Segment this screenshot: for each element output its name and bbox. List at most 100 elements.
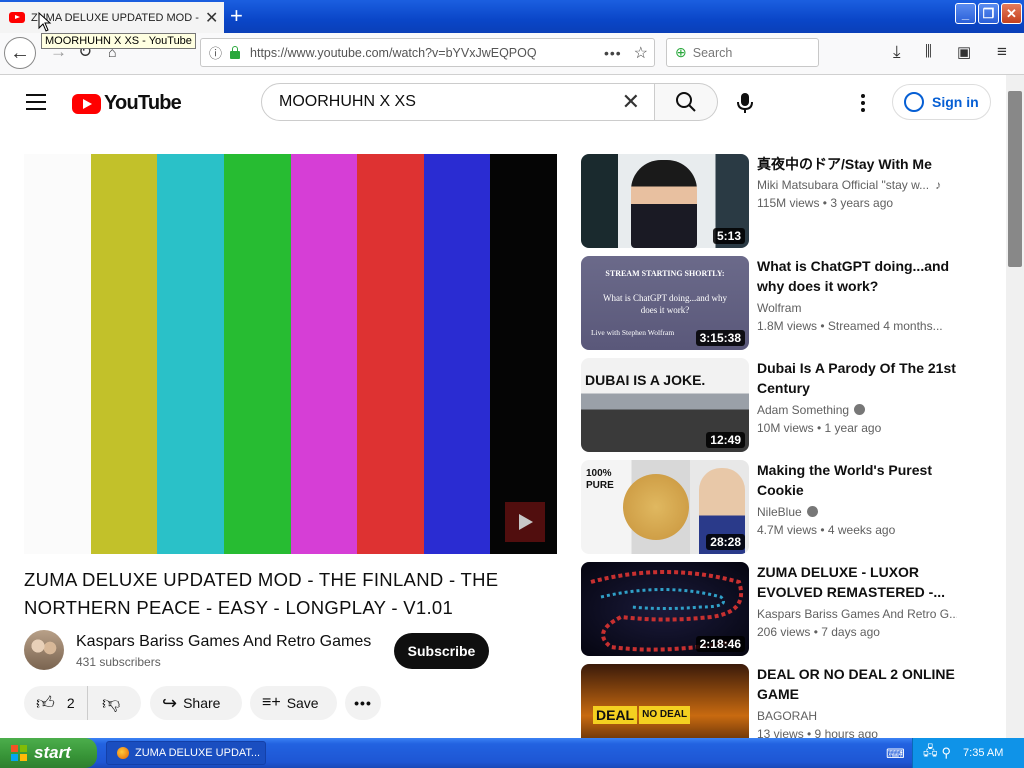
youtube-logo[interactable]: YouTube xyxy=(72,92,182,115)
recommendation-meta: 10M views • 1 year ago xyxy=(757,421,882,435)
color-bar xyxy=(357,154,424,554)
scrollbar-thumb[interactable] xyxy=(1008,91,1022,267)
browser-search-field[interactable]: ⊕ Search xyxy=(666,38,819,67)
lock-icon xyxy=(230,45,241,59)
recommendation-meta: 1.8M views • Streamed 4 months... xyxy=(757,319,943,333)
thumb-caption: DUBAI IS A JOKE. xyxy=(585,372,706,388)
menu-icon[interactable]: ≡ xyxy=(997,42,1007,62)
recommendation-title[interactable]: DEAL OR NO DEAL 2 ONLINE GAME xyxy=(757,664,957,704)
thumbs-down-icon: 👎︎ xyxy=(102,693,121,713)
recommendation-item[interactable]: 2:18:46 ZUMA DELUXE - LUXOR EVOLVED REMA… xyxy=(581,562,957,656)
minimize-button[interactable]: _ xyxy=(955,3,976,24)
library-icon[interactable]: ⫼ xyxy=(925,43,932,60)
microphone-icon[interactable] xyxy=(737,92,753,114)
close-window-button[interactable]: ✕ xyxy=(1001,3,1022,24)
new-tab-button[interactable]: + xyxy=(230,4,243,28)
recommendation-channel[interactable]: Wolfram xyxy=(757,301,957,315)
recommendation-channel[interactable]: NileBlue xyxy=(757,505,957,519)
youtube-header: YouTube MOORHUHN X XS ✕ Sign in xyxy=(0,75,1006,131)
back-button[interactable]: ← xyxy=(4,37,36,69)
verified-badge-icon xyxy=(854,404,866,415)
settings-more-icon[interactable] xyxy=(861,94,865,115)
channel-avatar[interactable] xyxy=(24,630,64,670)
video-thumbnail[interactable]: DUBAI IS A JOKE. 12:49 xyxy=(581,358,749,452)
browser-tab-active[interactable]: ZUMA DELUXE UPDATED MOD - THE FINLAND ✕ xyxy=(0,2,224,33)
video-thumbnail[interactable]: STREAM STARTING SHORTLY: What is ChatGPT… xyxy=(581,256,749,350)
thumb-caption: STREAM STARTING SHORTLY: xyxy=(605,269,725,278)
recommendation-item[interactable]: 100% PURE 28:28 Making the World's Pures… xyxy=(581,460,957,554)
windows-taskbar: start ZUMA DELUXE UPDAT... ⌨ 🖧 ⚲ 7:35 AM xyxy=(0,738,1024,768)
share-button[interactable]: ↪ Share xyxy=(150,686,242,720)
search-tray-icon[interactable]: ⚲ xyxy=(942,745,952,761)
youtube-search-button[interactable] xyxy=(655,83,718,121)
browser-titlebar: ZUMA DELUXE UPDATED MOD - THE FINLAND ✕ … xyxy=(0,0,1024,33)
duration-badge: 3:15:38 xyxy=(695,330,745,346)
tab-title: ZUMA DELUXE UPDATED MOD - THE FINLAND xyxy=(31,11,199,24)
sidebar-icon[interactable]: ▣ xyxy=(957,43,971,61)
video-player[interactable] xyxy=(24,154,557,554)
page-actions-icon[interactable]: ••• xyxy=(604,45,622,61)
recommendation-title[interactable]: Making the World's Purest Cookie xyxy=(757,460,957,500)
taskbar-item-browser[interactable]: ZUMA DELUXE UPDAT... xyxy=(106,741,266,765)
color-bar xyxy=(490,154,557,554)
video-thumbnail[interactable]: 100% PURE 28:28 xyxy=(581,460,749,554)
video-thumbnail[interactable]: 5:13 xyxy=(581,154,749,248)
channel-label: Adam Something xyxy=(757,403,850,417)
color-bar xyxy=(157,154,224,554)
recommendation-title[interactable]: 真夜中のドア/Stay With Me xyxy=(757,154,957,174)
more-actions-button[interactable]: ••• xyxy=(345,686,381,720)
color-bar xyxy=(423,154,491,554)
network-icon[interactable]: 🖧 xyxy=(923,742,938,764)
restore-button[interactable]: ❐ xyxy=(978,3,999,24)
recommendation-channel[interactable]: BAGORAH xyxy=(757,709,957,723)
mouse-cursor-icon xyxy=(38,12,52,32)
thumbs-up-icon: 👍︎ xyxy=(36,693,55,713)
tab-tooltip: MOORHUHN X XS - YouTube xyxy=(41,33,196,49)
duration-badge: 12:49 xyxy=(706,432,745,448)
page-scrollbar[interactable] xyxy=(1006,75,1024,738)
tab-close-icon[interactable]: ✕ xyxy=(205,8,218,28)
subscribe-button[interactable]: Subscribe xyxy=(394,633,489,669)
recommendation-title[interactable]: ZUMA DELUXE - LUXOR EVOLVED REMASTERED -… xyxy=(757,562,957,602)
subscriber-count: 431 subscribers xyxy=(76,655,161,669)
bookmark-star-icon[interactable]: ☆ xyxy=(634,43,648,63)
game-logo: DEAL NO DEAL xyxy=(593,706,691,724)
sign-in-button[interactable]: Sign in xyxy=(892,84,991,120)
recommendation-channel[interactable]: Miki Matsubara Official "stay w... ♪ xyxy=(757,178,957,192)
recommendation-item[interactable]: 5:13 真夜中のドア/Stay With Me Miki Matsubara … xyxy=(581,154,957,248)
address-bar[interactable]: ⓘ https://www.youtube.com/watch?v=bYVxJw… xyxy=(200,38,655,67)
guide-menu-icon[interactable] xyxy=(26,94,46,115)
channel-name[interactable]: Kaspars Bariss Games And Retro Games xyxy=(76,633,371,651)
recommendation-title[interactable]: What is ChatGPT doing...and why does it … xyxy=(757,256,957,296)
taskbar-item-label: ZUMA DELUXE UPDAT... xyxy=(135,747,261,759)
save-playlist-icon: ≡+ xyxy=(262,694,281,711)
video-thumbnail[interactable]: 2:18:46 xyxy=(581,562,749,656)
recommendation-item[interactable]: STREAM STARTING SHORTLY: What is ChatGPT… xyxy=(581,256,957,350)
play-icon[interactable] xyxy=(505,502,545,542)
account-circle-icon xyxy=(904,92,924,112)
video-title: ZUMA DELUXE UPDATED MOD - THE FINLAND - … xyxy=(24,569,499,618)
downloads-icon[interactable]: ⤓ xyxy=(893,42,901,62)
recommendation-meta: 4.7M views • 4 weeks ago xyxy=(757,523,896,537)
url-text[interactable]: https://www.youtube.com/watch?v=bYVxJwEQ… xyxy=(250,46,604,60)
recommendation-channel[interactable]: Kaspars Bariss Games And Retro G... xyxy=(757,607,957,621)
share-icon: ↪ xyxy=(162,692,178,713)
youtube-search-input[interactable]: MOORHUHN X XS ✕ xyxy=(261,83,655,121)
duration-badge: 5:13 xyxy=(712,228,745,244)
like-button[interactable]: 👍︎ 2 xyxy=(24,686,88,720)
start-button[interactable]: start xyxy=(0,738,97,768)
thumb-caption: 100% PURE xyxy=(586,468,614,491)
channel-label: Miki Matsubara Official "stay w... xyxy=(757,178,930,192)
dislike-button[interactable]: 👎︎ xyxy=(102,692,120,714)
save-button[interactable]: ≡+ Save xyxy=(250,686,337,720)
search-query[interactable]: MOORHUHN X XS xyxy=(279,93,622,111)
recommendation-item[interactable]: DUBAI IS A JOKE. 12:49 Dubai Is A Parody… xyxy=(581,358,957,452)
channel-label: Wolfram xyxy=(757,301,802,315)
recommendation-channel[interactable]: Adam Something xyxy=(757,403,957,417)
recommendation-title[interactable]: Dubai Is A Parody Of The 21st Century xyxy=(757,358,957,398)
sign-in-label: Sign in xyxy=(932,94,979,110)
youtube-logo-text: YouTube xyxy=(104,92,182,114)
site-info-icon[interactable]: ⓘ xyxy=(209,43,222,62)
thumb-caption: What is ChatGPT doing...and why does it … xyxy=(602,293,728,315)
clear-search-icon[interactable]: ✕ xyxy=(622,89,640,115)
